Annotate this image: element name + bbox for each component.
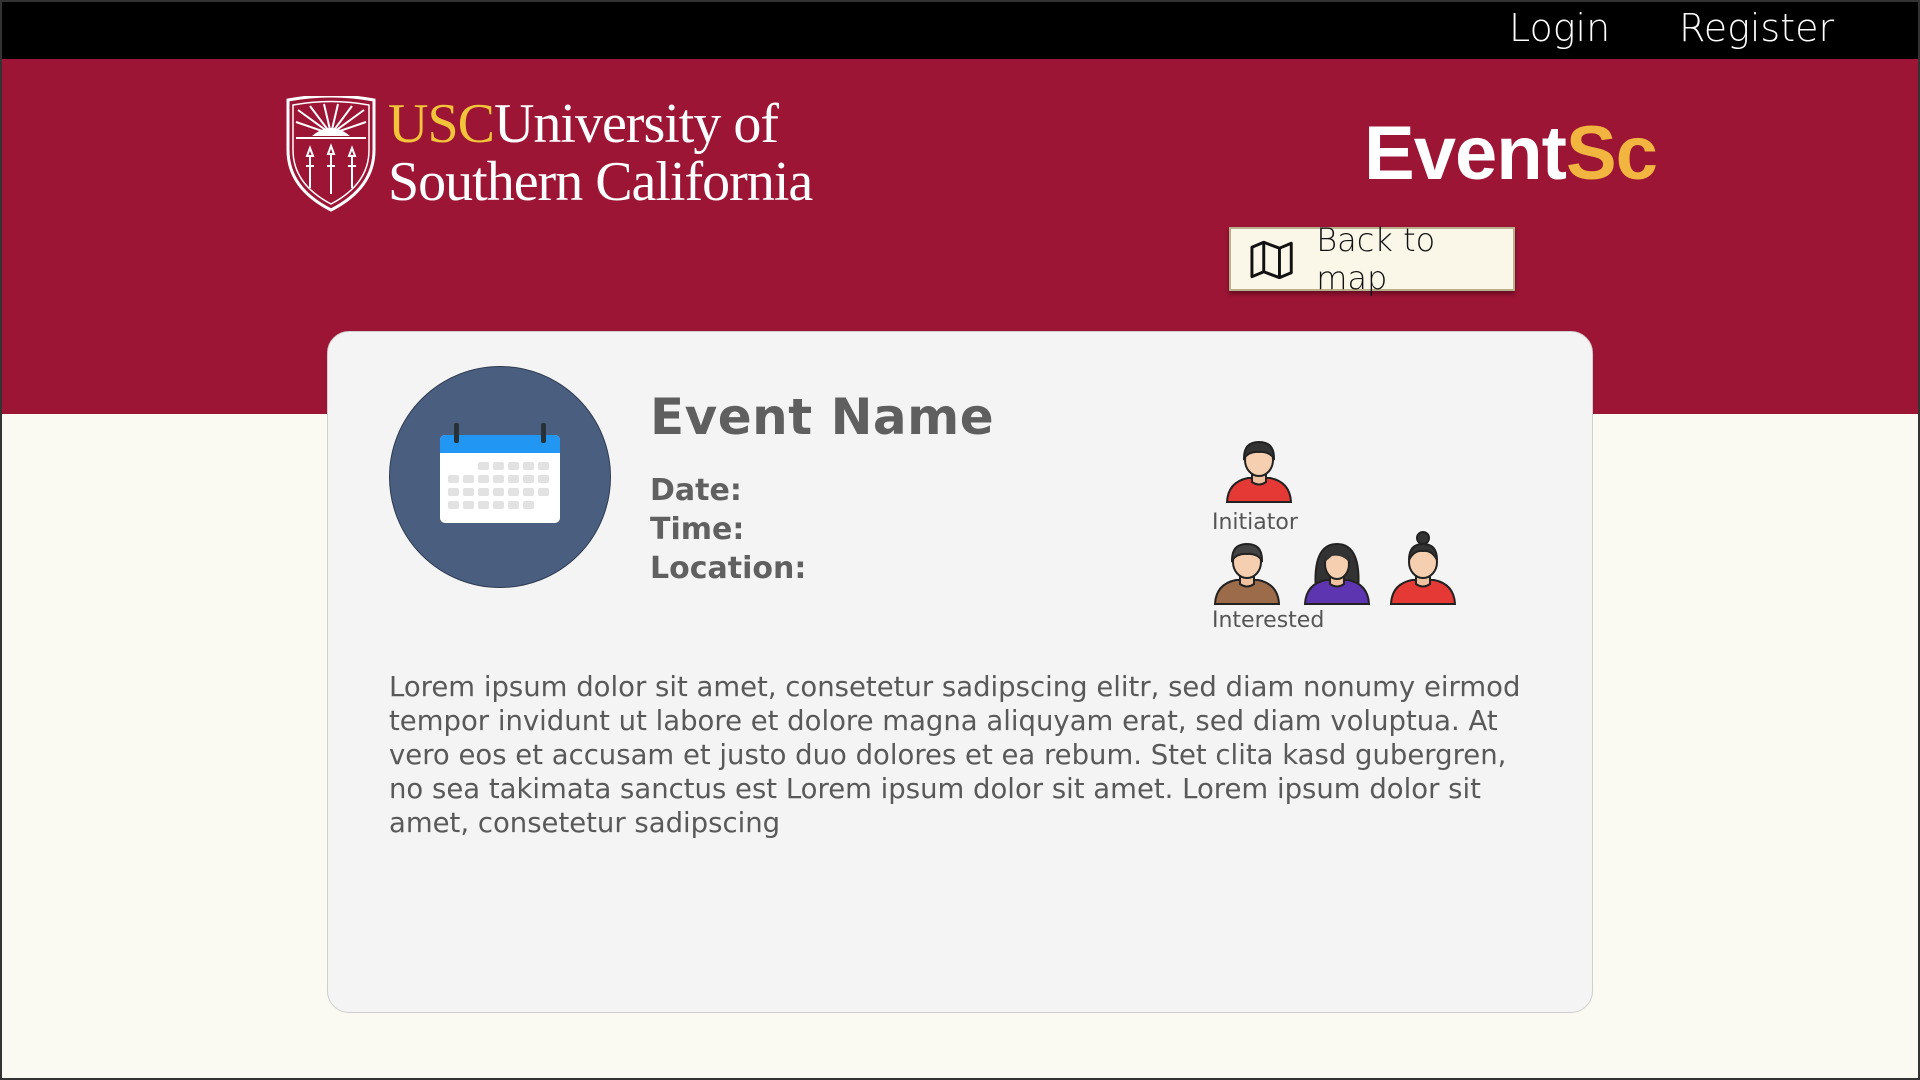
top-nav-bar: Login Register bbox=[0, 0, 1920, 59]
eventsc-brand: EventSc bbox=[1364, 111, 1658, 196]
brand-part1: Event bbox=[1364, 111, 1567, 196]
register-link[interactable]: Register bbox=[1679, 4, 1834, 52]
interested-avatar-2-icon[interactable] bbox=[1302, 540, 1372, 606]
initiator-avatar-icon[interactable] bbox=[1224, 438, 1294, 504]
event-location-label: Location: bbox=[650, 551, 807, 586]
brand-part2: Sc bbox=[1565, 111, 1658, 196]
university-line1-text: University of bbox=[493, 93, 779, 155]
interested-label: Interested bbox=[1212, 608, 1325, 633]
initiator-label: Initiator bbox=[1212, 510, 1298, 535]
usc-logo: USCUniversity of Southern California bbox=[284, 96, 844, 221]
event-date-label: Date: bbox=[650, 473, 742, 508]
interested-avatar-1-icon[interactable] bbox=[1212, 540, 1282, 606]
usc-abbr: USC bbox=[388, 93, 495, 155]
map-icon bbox=[1250, 240, 1293, 279]
back-to-map-label: Back to map bbox=[1316, 221, 1436, 297]
back-to-map-button[interactable]: Back to map bbox=[1229, 221, 1515, 297]
event-card: Event Name Date: Time: Location: Initiat… bbox=[327, 331, 1593, 1013]
university-name-line2: Southern California bbox=[388, 151, 813, 213]
event-time-label: Time: bbox=[650, 512, 745, 547]
interested-avatar-3-icon[interactable] bbox=[1388, 530, 1458, 606]
usc-seal-icon bbox=[286, 96, 376, 212]
university-name-line1: USCUniversity of bbox=[388, 93, 779, 155]
event-title: Event Name bbox=[650, 388, 995, 446]
event-avatar bbox=[389, 366, 611, 588]
event-description: Lorem ipsum dolor sit amet, consetetur s… bbox=[389, 671, 1521, 839]
calendar-icon bbox=[440, 423, 560, 523]
login-link[interactable]: Login bbox=[1509, 4, 1610, 52]
